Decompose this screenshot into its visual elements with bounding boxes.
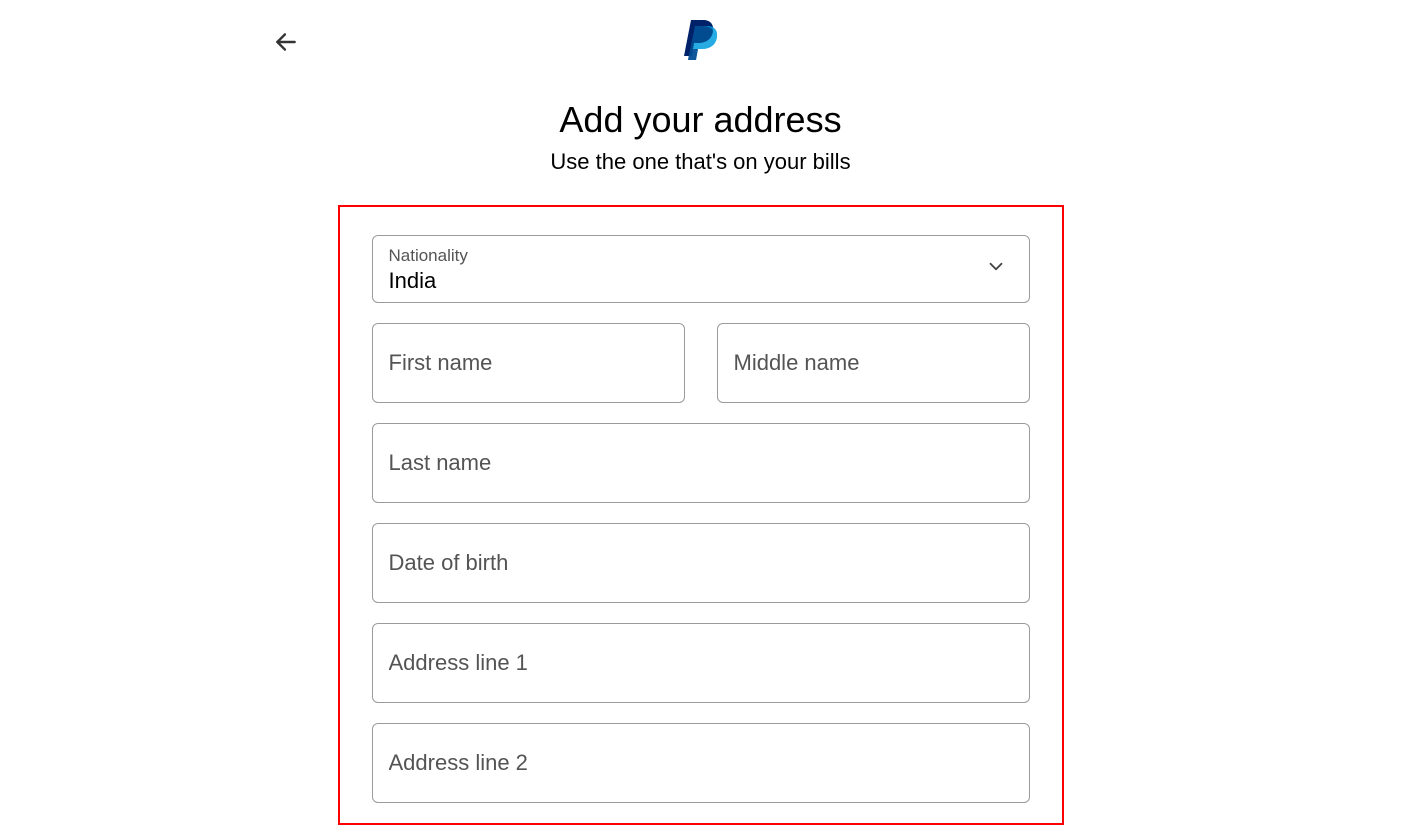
nationality-label: Nationality (389, 246, 1013, 266)
address-line-1-field[interactable] (389, 650, 1013, 676)
date-of-birth-field-wrapper (372, 523, 1030, 603)
last-name-field[interactable] (389, 450, 1013, 476)
nationality-value: India (389, 268, 437, 293)
middle-name-field-wrapper (717, 323, 1030, 403)
address-form: Nationality India (338, 205, 1064, 825)
first-name-field[interactable] (389, 350, 668, 376)
address-line-2-field-wrapper (372, 723, 1030, 803)
first-name-field-wrapper (372, 323, 685, 403)
middle-name-field[interactable] (734, 350, 1013, 376)
back-button[interactable] (270, 26, 302, 58)
page-subtitle: Use the one that's on your bills (0, 149, 1401, 175)
arrow-left-icon (273, 29, 299, 55)
address-line-2-field[interactable] (389, 750, 1013, 776)
date-of-birth-field[interactable] (389, 550, 1013, 576)
chevron-down-icon (985, 256, 1007, 283)
page-title: Add your address (0, 99, 1401, 141)
paypal-logo-icon (683, 18, 719, 65)
address-line-1-field-wrapper (372, 623, 1030, 703)
last-name-field-wrapper (372, 423, 1030, 503)
nationality-select[interactable]: Nationality India (372, 235, 1030, 303)
